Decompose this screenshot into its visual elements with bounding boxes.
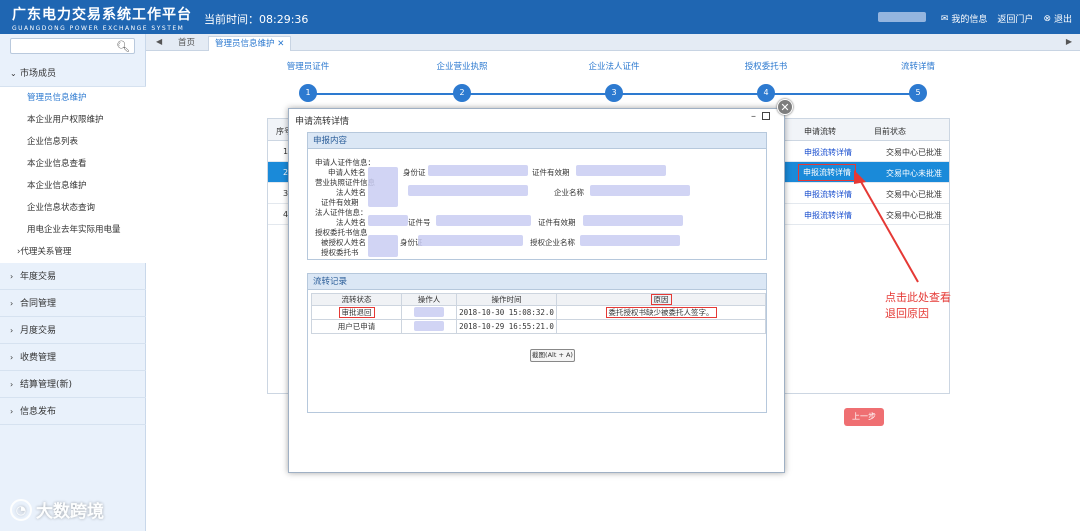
sidebar-menu: ⌄ 市场成员 管理员信息维护 本企业用户权限维护 企业信息列表 本企业信息查看 本… — [0, 60, 146, 425]
redacted-value — [418, 235, 523, 246]
redacted-value — [583, 215, 683, 226]
screenshot-button[interactable]: 截图(Alt + A) — [530, 349, 575, 362]
sidebar-item-company-view[interactable]: 本企业信息查看 — [0, 153, 146, 175]
annotation-arrow — [854, 170, 919, 283]
redacted-value — [580, 235, 680, 246]
sidebar-group-fees[interactable]: › 收费管理 — [0, 344, 146, 371]
chevron-right-icon: › — [10, 380, 14, 389]
my-info-link[interactable]: ✉ 我的信息 — [940, 12, 988, 26]
chevron-right-icon: › — [10, 353, 14, 362]
sidebar-group-publish[interactable]: › 信息发布 — [0, 398, 146, 425]
flow-record-panel: 流转记录 流转状态 操作人 操作时间 原因 审批退回 2018-10-30 15… — [307, 273, 767, 413]
return-reason: 委托授权书缺少被委托人签字。 — [605, 307, 717, 318]
dialog-title: 申请流转详情 — [295, 117, 350, 127]
sidebar-item-agent[interactable]: ›代理关系管理 — [0, 241, 146, 263]
chevron-right-icon: › — [10, 326, 14, 335]
tab-close-icon[interactable]: ✕ — [277, 39, 284, 49]
dialog-close-icon[interactable]: ✕ — [777, 99, 793, 115]
step-2[interactable]: 企业营业执照 2 — [422, 60, 502, 102]
watermark-logo-icon: ◔ — [10, 498, 32, 521]
table-row: 审批退回 2018-10-30 15:08:32.0 委托授权书缺少被委托人签字… — [311, 305, 766, 320]
panel-title: 申报内容 — [308, 133, 766, 149]
sidebar-group-market[interactable]: ⌄ 市场成员 — [0, 60, 146, 87]
submission-panel: 申报内容 申请人证件信息： 申请人姓名 身份证 证件有效期 营业执照证件信息 法… — [307, 132, 767, 260]
sidebar: 🔍︎ ⌄ 市场成员 管理员信息维护 本企业用户权限维护 企业信息列表 本企业信息查… — [0, 34, 146, 531]
redacted-value — [368, 235, 398, 257]
submenu-market: 管理员信息维护 本企业用户权限维护 企业信息列表 本企业信息查看 本企业信息维护… — [0, 87, 146, 263]
flow-detail-link[interactable]: 申报流转详情 — [804, 147, 852, 158]
table-row: 用户已申请 2018-10-29 16:55:21.0 — [311, 319, 766, 334]
prev-step-button[interactable]: 上一步 — [844, 408, 884, 426]
logout-link[interactable]: ⊗ 退出 — [1043, 12, 1072, 26]
chevron-right-icon: › — [10, 407, 14, 416]
status-returned: 审批退回 — [338, 307, 375, 318]
search-input[interactable]: 🔍︎ — [10, 38, 135, 54]
sidebar-item-status-query[interactable]: 企业信息状态查询 — [0, 197, 146, 219]
sidebar-item-power-usage[interactable]: 用电企业去年实际用电量 — [0, 219, 146, 241]
col-flow-header: 申请流转 — [804, 127, 836, 136]
step-4[interactable]: 授权委托书 4 — [726, 60, 806, 102]
col-status-header: 目前状态 — [874, 127, 906, 136]
table-header-row: 流转状态 操作人 操作时间 原因 — [311, 293, 766, 306]
chevron-down-icon: ⌄ — [10, 69, 17, 78]
tab-home[interactable]: 首页 — [172, 36, 201, 51]
user-name-redacted — [878, 12, 926, 22]
tabs-bar: ◀ 首页 管理员信息维护 ✕ ▶ — [146, 34, 1080, 51]
close-circle-icon: ⊗ — [1043, 13, 1051, 24]
chevron-right-icon: › — [10, 272, 14, 281]
panel-title: 流转记录 — [308, 274, 766, 290]
tabs-scroll-left-icon[interactable]: ◀ — [156, 37, 162, 46]
watermark: ◔ 大数跨境 — [10, 497, 104, 522]
back-portal-link[interactable]: 返回门户 — [997, 12, 1033, 25]
app-subtitle: GUANGDONG POWER EXCHANGE SYSTEM — [12, 25, 185, 32]
sidebar-item-admin-info[interactable]: 管理员信息维护 — [0, 87, 146, 109]
brand-logo: 广东电力交易系统工作平台 GUANGDONG POWER EXCHANGE SY… — [12, 4, 192, 32]
step-1[interactable]: 管理员证件 1 — [268, 60, 348, 102]
tabs-scroll-right-icon[interactable]: ▶ — [1066, 37, 1072, 46]
sidebar-group-annual[interactable]: › 年度交易 — [0, 263, 146, 290]
app-title: 广东电力交易系统工作平台 — [12, 7, 192, 23]
step-5[interactable]: 流转详情 5 — [878, 60, 958, 102]
sidebar-item-company-edit[interactable]: 本企业信息维护 — [0, 175, 146, 197]
sidebar-item-company-list[interactable]: 企业信息列表 — [0, 131, 146, 153]
chevron-right-icon: › — [10, 299, 14, 308]
redacted-value — [428, 165, 528, 176]
redacted-value — [576, 165, 666, 176]
minimize-icon[interactable]: – — [751, 111, 756, 122]
progress-steps: 管理员证件 1 企业营业执照 2 企业法人证件 3 授权委托书 4 流转详情 5 — [280, 60, 950, 110]
step-3[interactable]: 企业法人证件 3 — [574, 60, 654, 102]
sidebar-group-settlement[interactable]: › 结算管理(新) — [0, 371, 146, 398]
flow-record-table: 流转状态 操作人 操作时间 原因 审批退回 2018-10-30 15:08:3… — [311, 293, 766, 334]
sidebar-group-contract[interactable]: › 合同管理 — [0, 290, 146, 317]
mail-icon: ✉ — [940, 13, 949, 24]
current-time: 当前时间：08:29:36 — [204, 13, 309, 26]
top-bar: 广东电力交易系统工作平台 GUANGDONG POWER EXCHANGE SY… — [0, 0, 1080, 34]
redacted-value — [414, 320, 444, 331]
redacted-value — [408, 185, 528, 196]
redacted-value — [590, 185, 690, 196]
search-icon[interactable]: 🔍︎ — [116, 40, 130, 53]
sidebar-group-monthly[interactable]: › 月度交易 — [0, 317, 146, 344]
redacted-value — [436, 215, 531, 226]
sidebar-item-user-perm[interactable]: 本企业用户权限维护 — [0, 109, 146, 131]
redacted-value — [368, 167, 398, 207]
redacted-value — [368, 215, 408, 226]
tab-admin-info[interactable]: 管理员信息维护 ✕ — [208, 36, 292, 51]
top-links: ✉ 我的信息 返回门户 ⊗ 退出 — [940, 12, 1072, 26]
redacted-value — [414, 306, 444, 317]
annotation-text: 点击此处查看 退回原因 — [885, 291, 951, 320]
flow-detail-dialog: 申请流转详情 – 申报内容 申请人证件信息： 申请人姓名 身份证 证件有效期 营… — [288, 108, 785, 473]
maximize-icon[interactable] — [762, 112, 770, 120]
